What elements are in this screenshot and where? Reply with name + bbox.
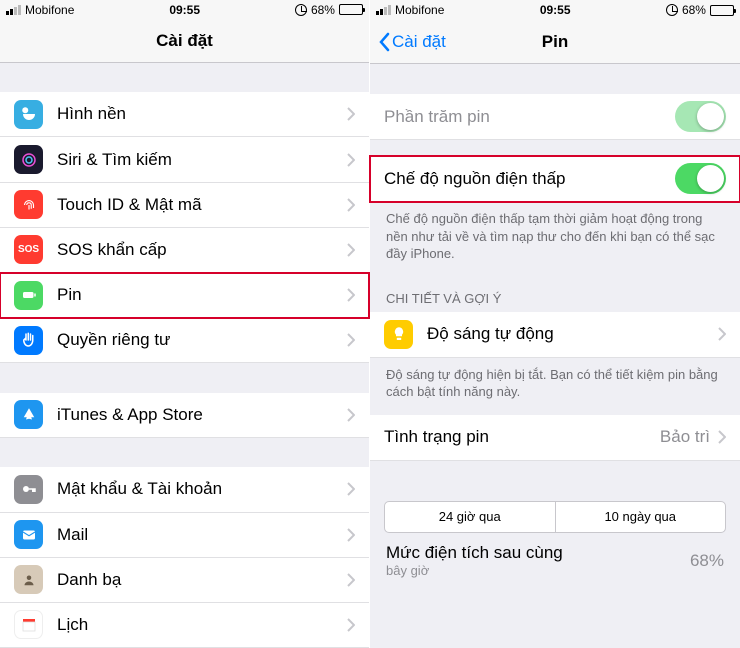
row-privacy[interactable]: Quyền riêng tư — [0, 318, 369, 363]
status-time: 09:55 — [169, 3, 200, 17]
row-label: Hình nền — [57, 104, 347, 124]
row-label: Danh bạ — [57, 570, 347, 590]
hand-icon — [14, 326, 43, 355]
chevron-right-icon — [347, 107, 355, 121]
section-header: CHI TIẾT VÀ GỢI Ý — [370, 277, 740, 312]
wallpaper-icon — [14, 100, 43, 129]
carrier: Mobifone — [395, 3, 444, 17]
row-battery[interactable]: Pin — [0, 273, 369, 318]
status-bar: Mobifone 09:55 68% — [370, 0, 740, 20]
signal-icon — [6, 5, 21, 15]
row-label: Lịch — [57, 615, 347, 635]
chevron-right-icon — [347, 333, 355, 347]
chevron-right-icon — [718, 327, 726, 341]
row-battery-health[interactable]: Tình trạng pin Bảo trì — [370, 415, 740, 461]
row-label: Mật khẩu & Tài khoản — [57, 479, 347, 499]
segment-10d[interactable]: 10 ngày qua — [555, 502, 726, 532]
page-title: Pin — [542, 32, 568, 52]
mail-icon — [14, 520, 43, 549]
battery-pct: 68% — [311, 3, 335, 17]
chevron-right-icon — [347, 528, 355, 542]
fingerprint-icon — [14, 190, 43, 219]
status-time: 09:55 — [540, 3, 571, 17]
battery-pct: 68% — [682, 3, 706, 17]
auto-bright-hint: Độ sáng tự động hiện bị tắt. Bạn có thể … — [370, 358, 740, 415]
back-label: Cài đặt — [392, 32, 446, 52]
sos-icon: SOS — [14, 235, 43, 264]
battery-icon — [710, 5, 734, 16]
row-label: iTunes & App Store — [57, 405, 347, 425]
row-auto-brightness[interactable]: Độ sáng tự động — [370, 312, 740, 358]
health-value: Bảo trì — [660, 427, 710, 447]
chevron-right-icon — [718, 430, 726, 444]
battery-icon — [14, 281, 43, 310]
status-bar: Mobifone 09:55 68% — [0, 0, 369, 20]
chevron-right-icon — [347, 153, 355, 167]
row-sos[interactable]: SOS SOS khẩn cấp — [0, 228, 369, 273]
nav-bar: Cài đặt — [0, 20, 369, 63]
row-label: Pin — [57, 285, 347, 305]
last-charge-row: Mức điện tích sau cùng bây giờ 68% — [370, 533, 740, 579]
contacts-icon — [14, 565, 43, 594]
row-label: SOS khẩn cấp — [57, 240, 347, 260]
last-charge-value: 68% — [690, 551, 724, 571]
appstore-icon — [14, 400, 43, 429]
segment-24h[interactable]: 24 giờ qua — [385, 502, 555, 532]
row-calendar[interactable]: Lịch — [0, 603, 369, 648]
row-contacts[interactable]: Danh bạ — [0, 558, 369, 603]
row-low-power-mode[interactable]: Chế độ nguồn điện thấp — [370, 156, 740, 202]
calendar-icon — [14, 610, 43, 639]
siri-icon — [14, 145, 43, 174]
row-siri[interactable]: Siri & Tìm kiếm — [0, 137, 369, 182]
row-label: Siri & Tìm kiếm — [57, 150, 347, 170]
signal-icon — [376, 5, 391, 15]
clock-icon — [295, 4, 307, 16]
row-label: Tình trạng pin — [384, 427, 660, 447]
nav-bar: Cài đặt Pin — [370, 20, 740, 64]
row-wallpaper[interactable]: Hình nền — [0, 92, 369, 137]
bulb-icon — [384, 320, 413, 349]
lpm-hint: Chế độ nguồn điện thấp tạm thời giảm hoạ… — [370, 202, 740, 277]
row-label: Chế độ nguồn điện thấp — [384, 169, 675, 189]
row-battery-pct: Phần trăm pin — [370, 94, 740, 140]
settings-screen: Mobifone 09:55 68% Cài đặt Hình nền Siri… — [0, 0, 370, 648]
row-passwords[interactable]: Mật khẩu & Tài khoản — [0, 467, 369, 512]
chevron-right-icon — [347, 482, 355, 496]
chevron-left-icon — [378, 32, 390, 52]
row-label: Độ sáng tự động — [427, 324, 718, 344]
chevron-right-icon — [347, 408, 355, 422]
toggle-low-power-mode[interactable] — [675, 163, 726, 194]
chevron-right-icon — [347, 618, 355, 632]
row-label: Quyền riêng tư — [57, 330, 347, 350]
carrier: Mobifone — [25, 3, 74, 17]
last-charge-time: bây giờ — [386, 563, 563, 579]
chevron-right-icon — [347, 573, 355, 587]
key-icon — [14, 475, 43, 504]
row-label: Phần trăm pin — [384, 107, 675, 127]
chevron-right-icon — [347, 243, 355, 257]
row-label: Mail — [57, 525, 347, 545]
row-label: Touch ID & Mật mã — [57, 195, 347, 215]
clock-icon — [666, 4, 678, 16]
toggle-battery-pct — [675, 101, 726, 132]
page-title: Cài đặt — [156, 31, 213, 51]
row-mail[interactable]: Mail — [0, 513, 369, 558]
row-itunes[interactable]: iTunes & App Store — [0, 393, 369, 438]
row-touchid[interactable]: Touch ID & Mật mã — [0, 183, 369, 228]
chevron-right-icon — [347, 198, 355, 212]
battery-screen: Mobifone 09:55 68% Cài đặt Pin Phần trăm… — [370, 0, 740, 648]
back-button[interactable]: Cài đặt — [378, 32, 446, 52]
last-charge-label: Mức điện tích sau cùng — [386, 543, 563, 563]
time-range-segment[interactable]: 24 giờ qua 10 ngày qua — [384, 501, 726, 533]
battery-icon — [339, 4, 363, 15]
chevron-right-icon — [347, 288, 355, 302]
